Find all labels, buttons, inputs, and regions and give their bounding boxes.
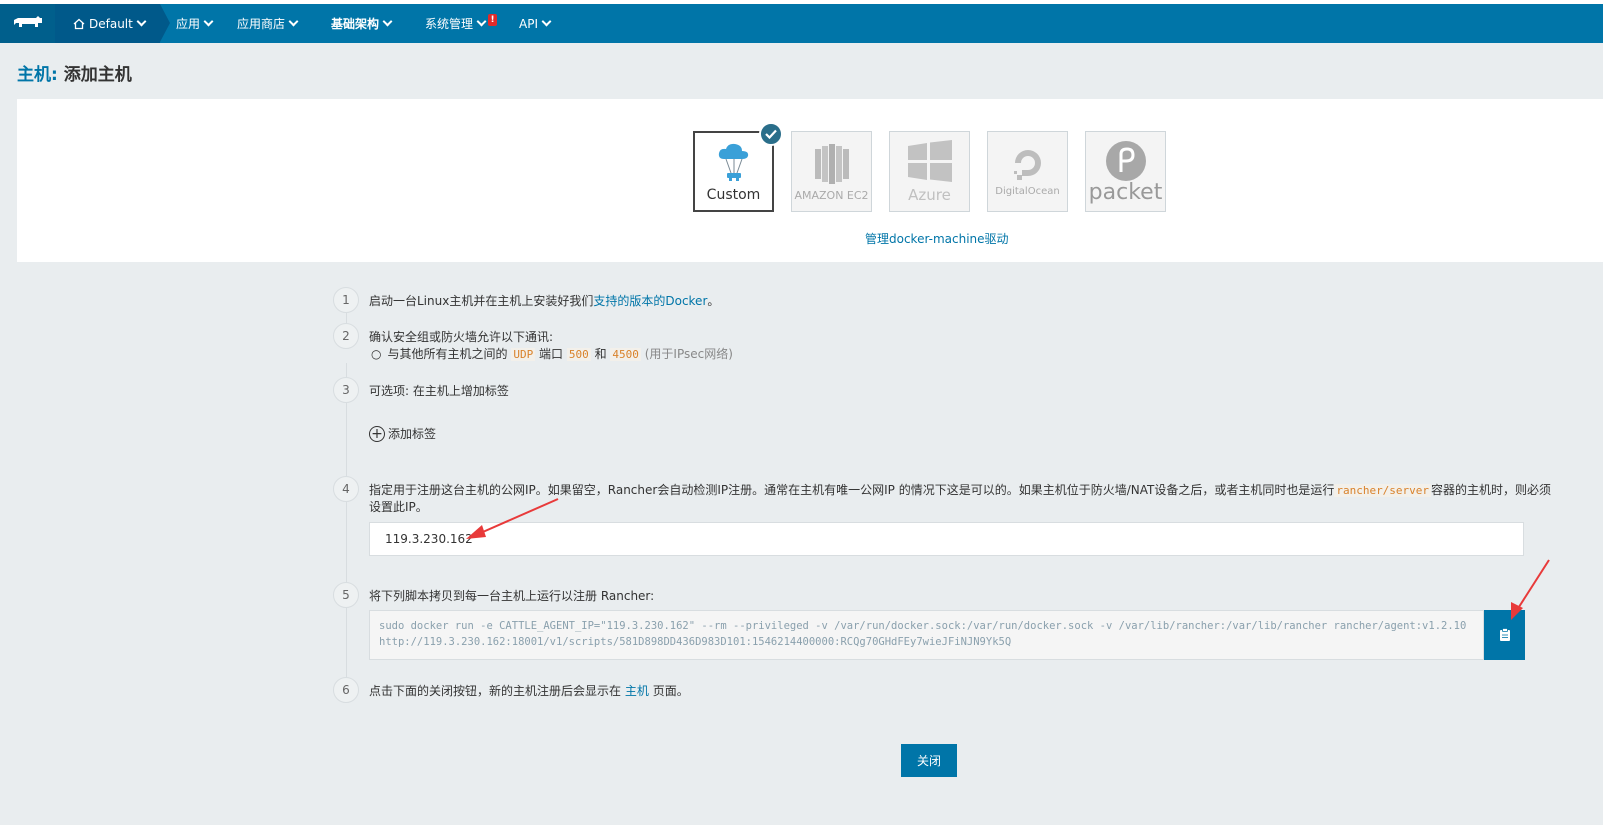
add-label-button[interactable]: + 添加标签 <box>369 425 436 442</box>
docker-link[interactable]: Docker <box>665 294 707 308</box>
close-button[interactable]: 关闭 <box>901 744 957 777</box>
annotation-arrow-icon <box>466 498 559 539</box>
chevron-down-icon <box>203 16 214 27</box>
home-icon <box>73 18 85 29</box>
nav-admin-label: 系统管理 <box>425 17 474 31</box>
step-number: 2 <box>333 323 359 349</box>
nav-apps-label: 应用 <box>176 17 201 31</box>
chevron-down-icon <box>541 16 552 27</box>
driver-custom[interactable]: Custom <box>693 122 783 212</box>
driver-digitalocean[interactable]: DigitalOcean <box>987 131 1068 212</box>
supported-versions-link[interactable]: 支持的版本的 <box>593 294 665 308</box>
step-number: 4 <box>333 476 359 502</box>
environment-switcher[interactable]: Default <box>55 4 170 43</box>
digitalocean-icon <box>1013 150 1041 180</box>
breadcrumb-hosts[interactable]: 主机 <box>17 65 51 85</box>
nav-infrastructure-label: 基础架构 <box>331 17 380 31</box>
azure-windows-icon <box>907 139 952 182</box>
step-3-text: 可选项: 在主机上增加标签 <box>369 384 509 398</box>
environment-name: Default <box>89 16 133 31</box>
hosts-page-link[interactable]: 主机 <box>625 684 649 698</box>
step-number: 1 <box>333 287 359 313</box>
step-2-text: 确认安全组或防火墙允许以下通讯: <box>369 330 554 344</box>
step-number: 5 <box>333 582 359 608</box>
amazon-ec2-icon <box>814 144 849 184</box>
driver-azure[interactable]: Azure <box>889 131 970 212</box>
driver-custom-label: Custom <box>706 186 761 203</box>
nav-infrastructure[interactable]: 基础架构 <box>331 4 393 43</box>
clipboard-icon <box>1499 628 1510 641</box>
plus-circle-icon: + <box>369 425 385 442</box>
chevron-down-icon <box>288 16 299 27</box>
driver-azure-label: Azure <box>908 185 951 204</box>
driver-digitalocean-label: DigitalOcean <box>995 186 1060 197</box>
annotation-arrow-icon <box>1511 559 1550 620</box>
bullet-icon: ○ <box>371 347 382 361</box>
breadcrumb-separator: : <box>51 65 58 85</box>
registration-command[interactable]: sudo docker run -e CATTLE_AGENT_IP="119.… <box>369 610 1484 660</box>
nav-apps[interactable]: 应用 <box>176 4 214 43</box>
driver-packet[interactable]: packet <box>1085 131 1166 212</box>
chevron-down-icon <box>382 16 393 27</box>
step-6-text: 点击下面的关闭按钮，新的主机注册后会显示在 主机 页面。 <box>369 684 689 698</box>
step-number: 6 <box>333 677 359 703</box>
manage-drivers-link[interactable]: 管理docker-machine驱动 <box>865 230 1009 247</box>
rancher-logo-icon[interactable] <box>0 4 55 43</box>
nav-api-label: API <box>519 16 538 31</box>
step-2-bullet: ○ 与其他所有主机之间的 UDP 端口 500 和 4500 (用于IPsec网络… <box>371 347 733 361</box>
alert-badge: ! <box>488 13 498 26</box>
selected-check-icon <box>759 122 783 146</box>
page-title-text: 添加主机 <box>63 65 132 85</box>
chevron-down-icon <box>136 16 147 27</box>
packet-icon <box>1105 140 1146 181</box>
step-5-text: 将下列脚本拷贝到每一台主机上运行以注册 Rancher: <box>369 589 655 603</box>
nav-catalog-label: 应用商店 <box>237 17 286 31</box>
step-1-text: 启动一台Linux主机并在主机上安装好我们支持的版本的Docker。 <box>369 294 720 308</box>
chevron-down-icon <box>476 16 487 27</box>
nav-api[interactable]: API <box>519 4 552 43</box>
page-title: 主机: 添加主机 <box>17 60 132 85</box>
step-number: 3 <box>333 377 359 403</box>
driver-ec2-label: AMAZON EC2 <box>794 189 869 202</box>
nav-catalog[interactable]: 应用商店 <box>237 4 299 43</box>
driver-amazon-ec2[interactable]: AMAZON EC2 <box>791 131 872 212</box>
nav-admin[interactable]: 系统管理 ! <box>425 4 498 43</box>
step-3: 3 可选项: 在主机上增加标签 <box>333 377 1528 457</box>
top-navbar: Default 应用 应用商店 基础架构 系统管理 ! API <box>0 0 1603 43</box>
custom-cloud-icon <box>718 143 748 181</box>
machine-drivers-panel: Custom AMAZON EC2 Azure DigitalOcean pac… <box>17 99 1603 262</box>
driver-packet-label: packet <box>1088 179 1163 205</box>
